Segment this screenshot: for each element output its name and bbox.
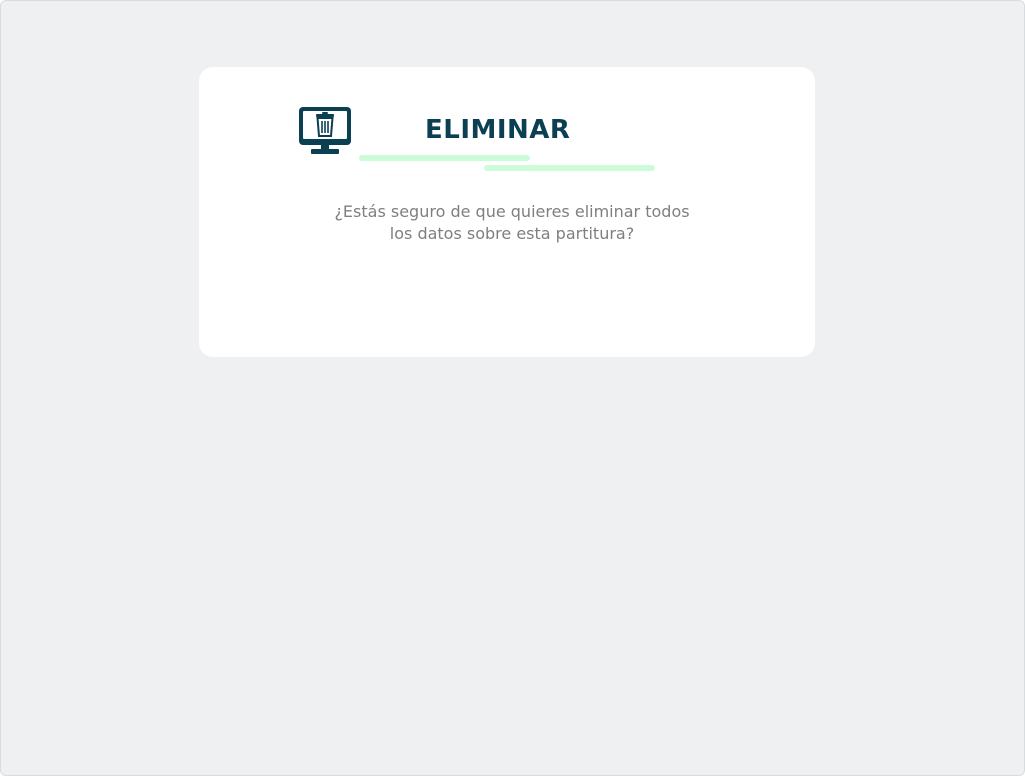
dialog-title: ELIMINAR	[425, 115, 571, 145]
confirmation-message-line-1: ¿Estás seguro de que quieres eliminar to…	[334, 202, 690, 221]
delete-confirmation-dialog: ELIMINAR ¿Estás seguro de que quieres el…	[199, 67, 815, 357]
title-underline-decoration-secondary	[484, 165, 655, 171]
confirmation-message: ¿Estás seguro de que quieres eliminar to…	[289, 201, 735, 245]
app-background: ELIMINAR ¿Estás seguro de que quieres el…	[0, 0, 1025, 776]
confirmation-message-line-2: los datos sobre esta partitura?	[389, 224, 635, 243]
monitor-trash-icon	[299, 107, 351, 154]
title-underline-decoration	[359, 155, 530, 161]
